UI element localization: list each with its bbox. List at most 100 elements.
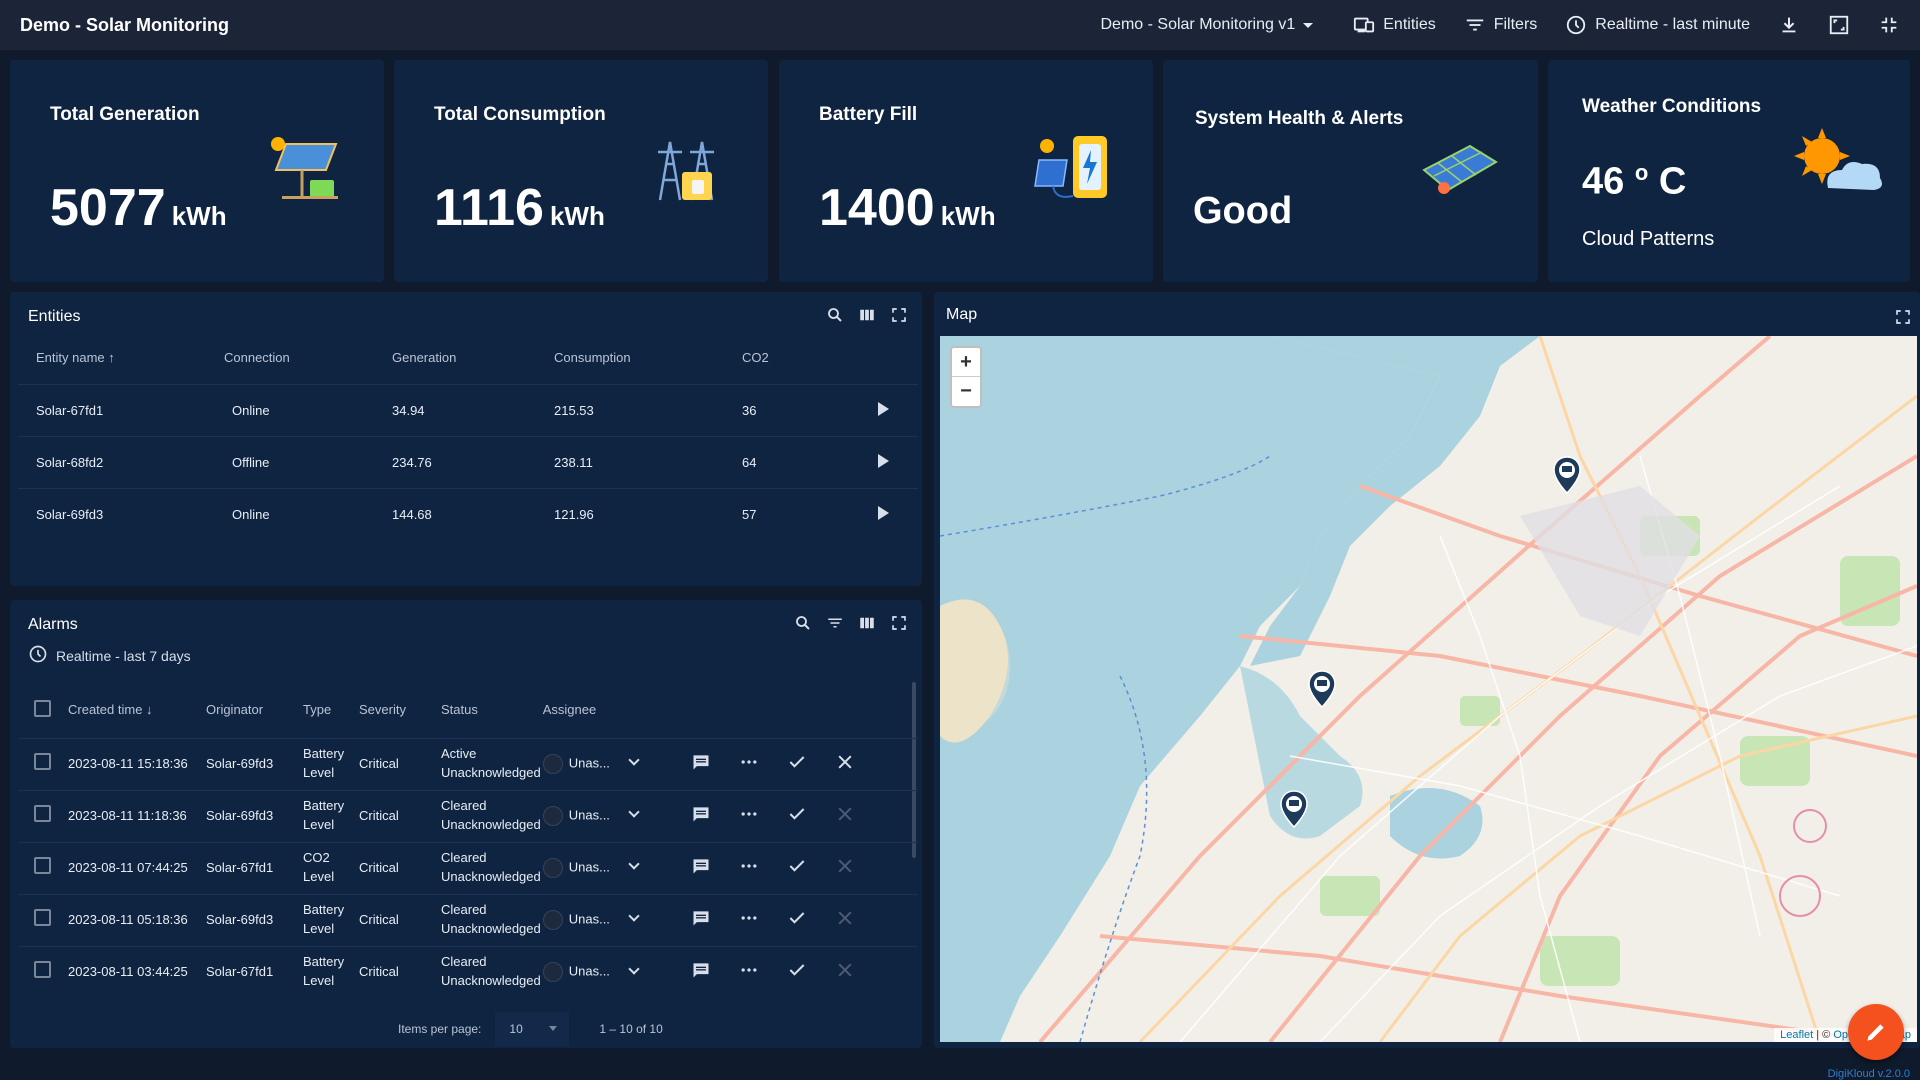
- alarm-type-line: Battery: [303, 954, 345, 970]
- battery-charge-icon: [1033, 130, 1113, 210]
- comment-icon[interactable]: [689, 906, 713, 930]
- timewindow-label: Realtime - last minute: [1595, 16, 1750, 33]
- clear-icon[interactable]: [833, 958, 857, 982]
- play-icon[interactable]: [878, 401, 889, 416]
- fullscreen-icon: [1828, 14, 1850, 36]
- clear-icon[interactable]: [833, 854, 857, 878]
- column-header[interactable]: Consumption: [536, 332, 724, 384]
- filters-button[interactable]: Filters: [1464, 14, 1537, 36]
- alarm-type-line: Level: [303, 817, 335, 832]
- table-row[interactable]: 2023-08-11 05:18:36 Solar-69fd3 Battery Lev…: [18, 893, 918, 946]
- version-label: DigiKloud v.2.0.0: [1827, 1068, 1910, 1080]
- columns-icon[interactable]: [858, 306, 876, 324]
- column-header[interactable]: CO2: [724, 332, 860, 384]
- columns-icon[interactable]: [858, 614, 876, 632]
- table-row[interactable]: 2023-08-11 07:44:25 Solar-67fd1 CO2 Level Cr…: [18, 841, 918, 894]
- alarm-status: Cleared Unacknowledged: [439, 893, 541, 946]
- table-row[interactable]: Solar-69fd3 Online 144.68 121.96 57: [18, 487, 918, 540]
- more-icon[interactable]: [737, 750, 761, 774]
- row-checkbox[interactable]: [34, 908, 51, 926]
- dashboard-select[interactable]: Demo - Solar Monitoring v1: [1101, 16, 1314, 34]
- edit-button[interactable]: [1848, 1004, 1904, 1060]
- clear-icon[interactable]: [833, 802, 857, 826]
- clear-icon[interactable]: [833, 750, 857, 774]
- acknowledge-icon[interactable]: [785, 802, 809, 826]
- acknowledge-icon[interactable]: [785, 958, 809, 982]
- entities-icon: [1353, 14, 1375, 36]
- search-icon[interactable]: [794, 614, 812, 632]
- fullscreen-button[interactable]: [1828, 14, 1850, 36]
- more-icon[interactable]: [737, 958, 761, 982]
- table-row[interactable]: 2023-08-11 03:44:25 Solar-67fd1 Battery Lev…: [18, 945, 918, 998]
- column-header[interactable]: Assignee: [541, 682, 670, 738]
- connection-status: Online: [206, 487, 374, 540]
- column-header[interactable]: Entity name ↑: [18, 332, 206, 384]
- fullscreen-icon[interactable]: [1894, 308, 1912, 326]
- table-row[interactable]: Solar-68fd2 Offline 234.76 238.11 64: [18, 435, 918, 488]
- row-checkbox[interactable]: [34, 804, 51, 822]
- table-row[interactable]: 2023-08-11 15:18:36 Solar-69fd3 Battery Lev…: [18, 737, 918, 790]
- assignee[interactable]: Unas...: [540, 945, 670, 998]
- map-marker[interactable]: [1553, 456, 1581, 495]
- entity-name: Solar-67fd1: [18, 383, 206, 436]
- items-per-page-select[interactable]: 10: [495, 1012, 570, 1046]
- column-header[interactable]: Generation: [374, 332, 536, 384]
- items-per-page-label: Items per page:: [398, 1022, 482, 1036]
- fullscreen-icon[interactable]: [890, 614, 908, 632]
- column-header[interactable]: Created time ↓: [62, 682, 200, 738]
- table-row[interactable]: Solar-67fd1 Online 34.94 215.53 36: [18, 383, 918, 436]
- comment-icon[interactable]: [689, 958, 713, 982]
- clear-icon[interactable]: [833, 906, 857, 930]
- more-icon[interactable]: [737, 802, 761, 826]
- column-header[interactable]: Type: [295, 682, 357, 738]
- column-header[interactable]: Severity: [357, 682, 439, 738]
- alarms-timewindow[interactable]: Realtime - last 7 days: [28, 644, 191, 667]
- acknowledge-icon[interactable]: [785, 854, 809, 878]
- row-checkbox[interactable]: [34, 752, 51, 770]
- map-marker[interactable]: [1280, 790, 1308, 829]
- health-value: Good: [1193, 190, 1293, 232]
- comment-icon[interactable]: [689, 750, 713, 774]
- select-all-checkbox[interactable]: [34, 699, 51, 717]
- table-row[interactable]: 2023-08-11 11:18:36 Solar-69fd3 Battery Lev…: [18, 789, 918, 842]
- alarm-status: Cleared Unacknowledged: [439, 945, 541, 998]
- entities-panel: Entities Entity name ↑ Connection Genera…: [10, 292, 922, 586]
- download-button[interactable]: [1778, 14, 1800, 36]
- column-header[interactable]: Connection: [206, 332, 374, 384]
- dashboard-select-label: Demo - Solar Monitoring v1: [1100, 16, 1296, 33]
- search-icon[interactable]: [826, 306, 844, 324]
- assignee[interactable]: Unas...: [540, 893, 670, 946]
- timewindow-button[interactable]: Realtime - last minute: [1565, 14, 1750, 36]
- more-icon[interactable]: [737, 854, 761, 878]
- acknowledge-icon[interactable]: [785, 750, 809, 774]
- consumption-unit: kWh: [549, 201, 605, 231]
- assignee[interactable]: Unas...: [540, 841, 670, 894]
- more-icon[interactable]: [737, 906, 761, 930]
- zoom-out-button[interactable]: −: [952, 377, 980, 406]
- row-checkbox[interactable]: [34, 856, 51, 874]
- leaflet-link[interactable]: Leaflet: [1780, 1029, 1813, 1041]
- alarm-type-line: Level: [303, 921, 335, 936]
- acknowledge-icon[interactable]: [785, 906, 809, 930]
- entities-button[interactable]: Entities: [1353, 14, 1436, 36]
- column-header[interactable]: Status: [439, 682, 541, 738]
- filter-icon[interactable]: [826, 614, 844, 632]
- arrow-up-icon: ↑: [108, 350, 115, 366]
- comment-icon[interactable]: [689, 802, 713, 826]
- map-marker[interactable]: [1308, 670, 1336, 709]
- map-canvas[interactable]: + − Leaflet | © OpenStreetMap: [940, 336, 1917, 1042]
- assignee[interactable]: Unas...: [540, 737, 670, 790]
- comment-icon[interactable]: [689, 854, 713, 878]
- card-value: 5077 kWh: [50, 178, 227, 238]
- card-title: System Health & Alerts: [1195, 108, 1404, 129]
- assignee[interactable]: Unas...: [540, 789, 670, 842]
- status-line: Unacknowledged: [441, 765, 541, 780]
- exit-fullscreen-button[interactable]: [1878, 14, 1900, 36]
- column-header[interactable]: Originator: [200, 682, 295, 738]
- play-icon[interactable]: [878, 453, 889, 468]
- zoom-in-button[interactable]: +: [952, 348, 980, 377]
- fullscreen-icon[interactable]: [890, 306, 908, 324]
- temperature-value: 46 o C: [1582, 160, 1686, 204]
- row-checkbox[interactable]: [34, 960, 51, 978]
- play-icon[interactable]: [878, 505, 889, 520]
